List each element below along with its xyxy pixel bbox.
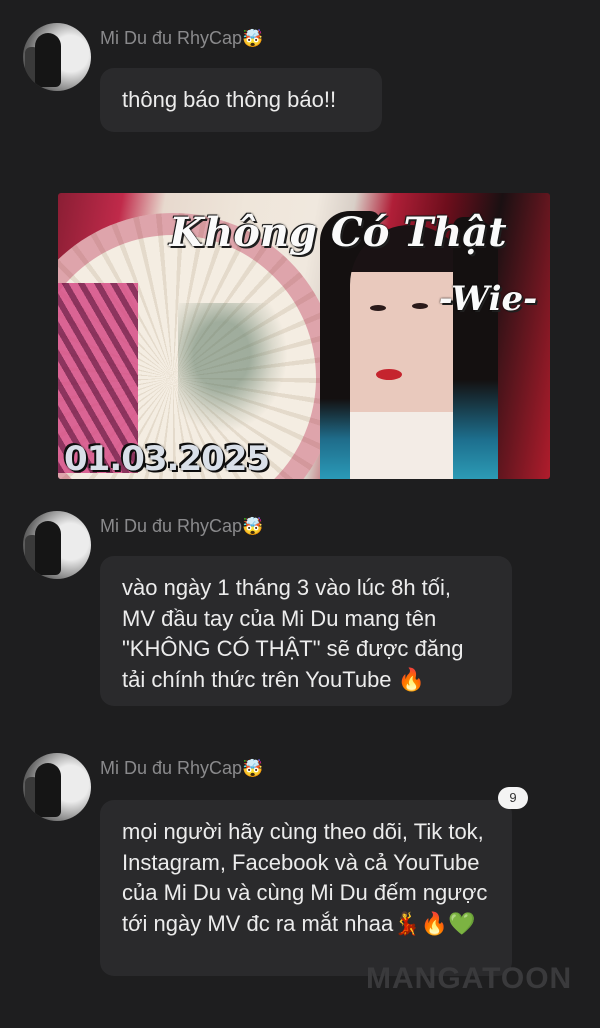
avatar-figure bbox=[35, 763, 61, 817]
username[interactable]: Mi Du đu RhyCap🤯 bbox=[100, 758, 263, 779]
hair-right bbox=[453, 217, 498, 479]
image-title: Không Có Thật bbox=[169, 209, 507, 256]
message-bubble[interactable]: vào ngày 1 tháng 3 vào lúc 8h tối, MV đầ… bbox=[100, 556, 512, 706]
message-text: vào ngày 1 tháng 3 vào lúc 8h tối, MV đầ… bbox=[122, 575, 464, 692]
image-date: 01.03.2025 bbox=[64, 439, 270, 479]
portrait-face bbox=[350, 225, 470, 479]
eye-left bbox=[370, 305, 386, 311]
username-text: Mi Du đu RhyCap bbox=[100, 516, 243, 536]
avatar[interactable] bbox=[23, 23, 91, 91]
avatar-figure bbox=[35, 521, 61, 575]
username-emoji: 🤯 bbox=[242, 759, 264, 779]
watermark: MANGATOON bbox=[366, 962, 573, 995]
username-emoji: 🤯 bbox=[242, 517, 264, 537]
avatar-figure bbox=[35, 33, 61, 87]
username-emoji: 🤯 bbox=[242, 29, 264, 49]
username[interactable]: Mi Du đu RhyCap🤯 bbox=[100, 28, 263, 49]
reaction-badge[interactable]: 9 bbox=[498, 787, 528, 809]
message-bubble[interactable]: mọi người hãy cùng theo dõi, Tik tok, In… bbox=[100, 800, 512, 976]
fan-painting bbox=[178, 303, 288, 433]
image-subtitle: -Wie- bbox=[438, 279, 538, 319]
message-text: mọi người hãy cùng theo dõi, Tik tok, In… bbox=[122, 819, 488, 936]
image-message[interactable]: Không Có Thật -Wie- 01.03.2025 bbox=[58, 193, 550, 479]
avatar[interactable] bbox=[23, 753, 91, 821]
message-text: thông báo thông báo!! bbox=[122, 87, 337, 112]
username[interactable]: Mi Du đu RhyCap🤯 bbox=[100, 516, 263, 537]
message-bubble[interactable]: thông báo thông báo!! bbox=[100, 68, 382, 132]
avatar[interactable] bbox=[23, 511, 91, 579]
username-text: Mi Du đu RhyCap bbox=[100, 28, 243, 48]
username-text: Mi Du đu RhyCap bbox=[100, 758, 243, 778]
lips bbox=[376, 369, 402, 380]
